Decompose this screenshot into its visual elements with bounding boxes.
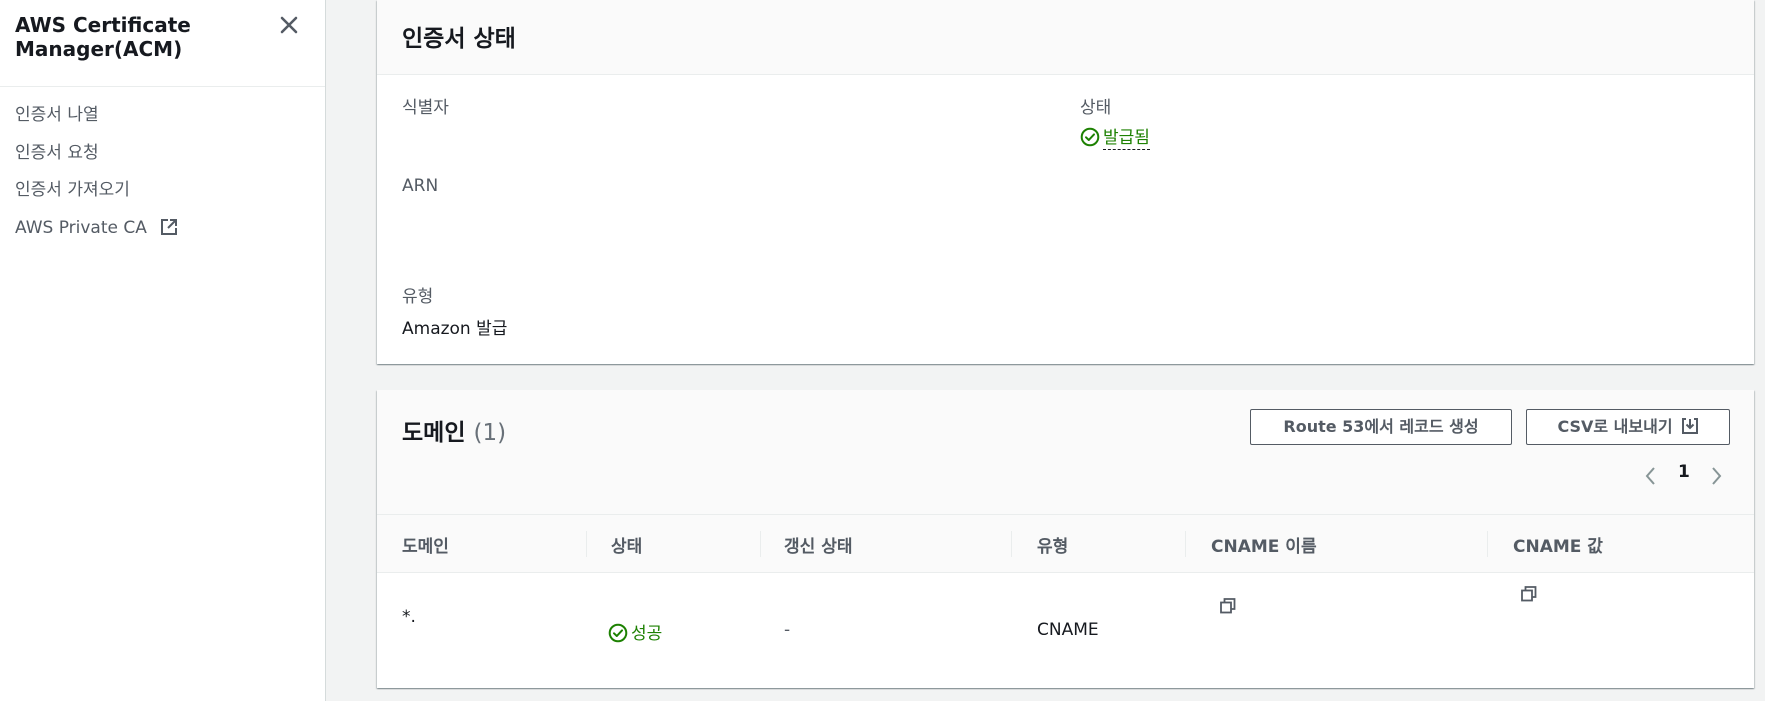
sidebar-item-import-certificate[interactable]: 인증서 가져오기 [15, 177, 178, 215]
column-header-cname-name[interactable]: CNAME 이름 [1211, 532, 1317, 557]
type-cell: CNAME [1037, 620, 1099, 640]
download-icon [1681, 418, 1698, 434]
create-route53-records-button[interactable]: Route 53에서 레코드 생성 [1250, 409, 1512, 445]
copy-cname-name-button[interactable] [1219, 597, 1237, 619]
copy-icon [1521, 586, 1537, 602]
column-header-status[interactable]: 상태 [611, 532, 642, 557]
type-label: 유형 [402, 287, 434, 307]
next-page-button[interactable] [1708, 466, 1724, 490]
certificate-status-header: 인증서 상태 [377, 0, 1754, 75]
sidebar-item-label: 인증서 요청 [15, 142, 99, 163]
external-link-icon [160, 218, 178, 244]
type-value: Amazon 발급 [402, 319, 508, 339]
sidebar-item-label: 인증서 가져오기 [15, 180, 130, 200]
identifier-label: 식별자 [402, 98, 449, 118]
export-csv-label: CSV로 내보내기 [1557, 417, 1673, 436]
close-icon [280, 16, 298, 34]
domains-table-header: 도메인 상태 갱신 상태 유형 CNAME 이름 CNAME 값 [377, 514, 1754, 573]
success-check-icon [608, 623, 628, 643]
domain-cell: *. [402, 607, 416, 627]
current-page[interactable]: 1 [1678, 462, 1690, 482]
domain-status-value: 성공 [631, 624, 663, 644]
domains-title: 도메인 (1) [402, 413, 506, 447]
export-csv-button[interactable]: CSV로 내보내기 [1526, 409, 1730, 445]
column-divider[interactable] [760, 531, 761, 557]
status-value: 발급됨 [1103, 128, 1150, 150]
domains-title-text: 도메인 [402, 420, 466, 446]
sidebar-item-list-certificates[interactable]: 인증서 나열 [15, 102, 178, 140]
domains-header: 도메인 (1) Route 53에서 레코드 생성 CSV로 내보내기 1 [377, 390, 1754, 514]
sidebar-item-label: AWS Private CA [15, 217, 147, 238]
certificate-status-title: 인증서 상태 [402, 26, 516, 52]
close-button[interactable] [276, 12, 302, 38]
previous-page-button[interactable] [1643, 466, 1659, 490]
status-label: 상태 [1080, 98, 1112, 118]
sidebar-nav: 인증서 나열 인증서 요청 인증서 가져오기 AWS Private CA [15, 102, 178, 252]
domain-status-cell: 성공 [608, 619, 662, 644]
domains-panel: 도메인 (1) Route 53에서 레코드 생성 CSV로 내보내기 1 도메… [377, 390, 1754, 688]
sidebar-item-aws-private-ca[interactable]: AWS Private CA [15, 215, 178, 253]
column-header-type[interactable]: 유형 [1037, 532, 1068, 557]
copy-cname-value-button[interactable] [1520, 585, 1538, 607]
certificate-status-indicator[interactable]: 발급됨 [1080, 123, 1150, 150]
column-divider[interactable] [1487, 531, 1488, 557]
sidebar: AWS Certificate Manager(ACM) 인증서 나열 인증서 … [0, 0, 326, 701]
copy-icon [1220, 598, 1236, 614]
sidebar-title: AWS Certificate Manager(ACM) [15, 13, 191, 61]
column-header-domain[interactable]: 도메인 [402, 532, 449, 557]
arn-label: ARN [402, 176, 439, 196]
certificate-status-panel: 인증서 상태 식별자 상태 발급됨 ARN 유형 Amazon 발급 [377, 0, 1754, 364]
chevron-right-icon [1712, 467, 1722, 485]
chevron-left-icon [1645, 467, 1655, 485]
column-header-cname-value[interactable]: CNAME 값 [1513, 532, 1603, 557]
sidebar-header: AWS Certificate Manager(ACM) [0, 0, 325, 87]
domains-count: (1) [473, 420, 507, 446]
column-divider[interactable] [586, 531, 587, 557]
renewal-status-cell: - [784, 620, 791, 640]
success-check-icon [1080, 127, 1100, 147]
column-divider[interactable] [1185, 531, 1186, 557]
column-header-renewal-status[interactable]: 갱신 상태 [784, 532, 852, 557]
sidebar-item-request-certificate[interactable]: 인증서 요청 [15, 140, 178, 178]
column-divider[interactable] [1011, 531, 1012, 557]
sidebar-item-label: 인증서 나열 [15, 105, 99, 125]
create-route53-records-label: Route 53에서 레코드 생성 [1283, 417, 1479, 436]
